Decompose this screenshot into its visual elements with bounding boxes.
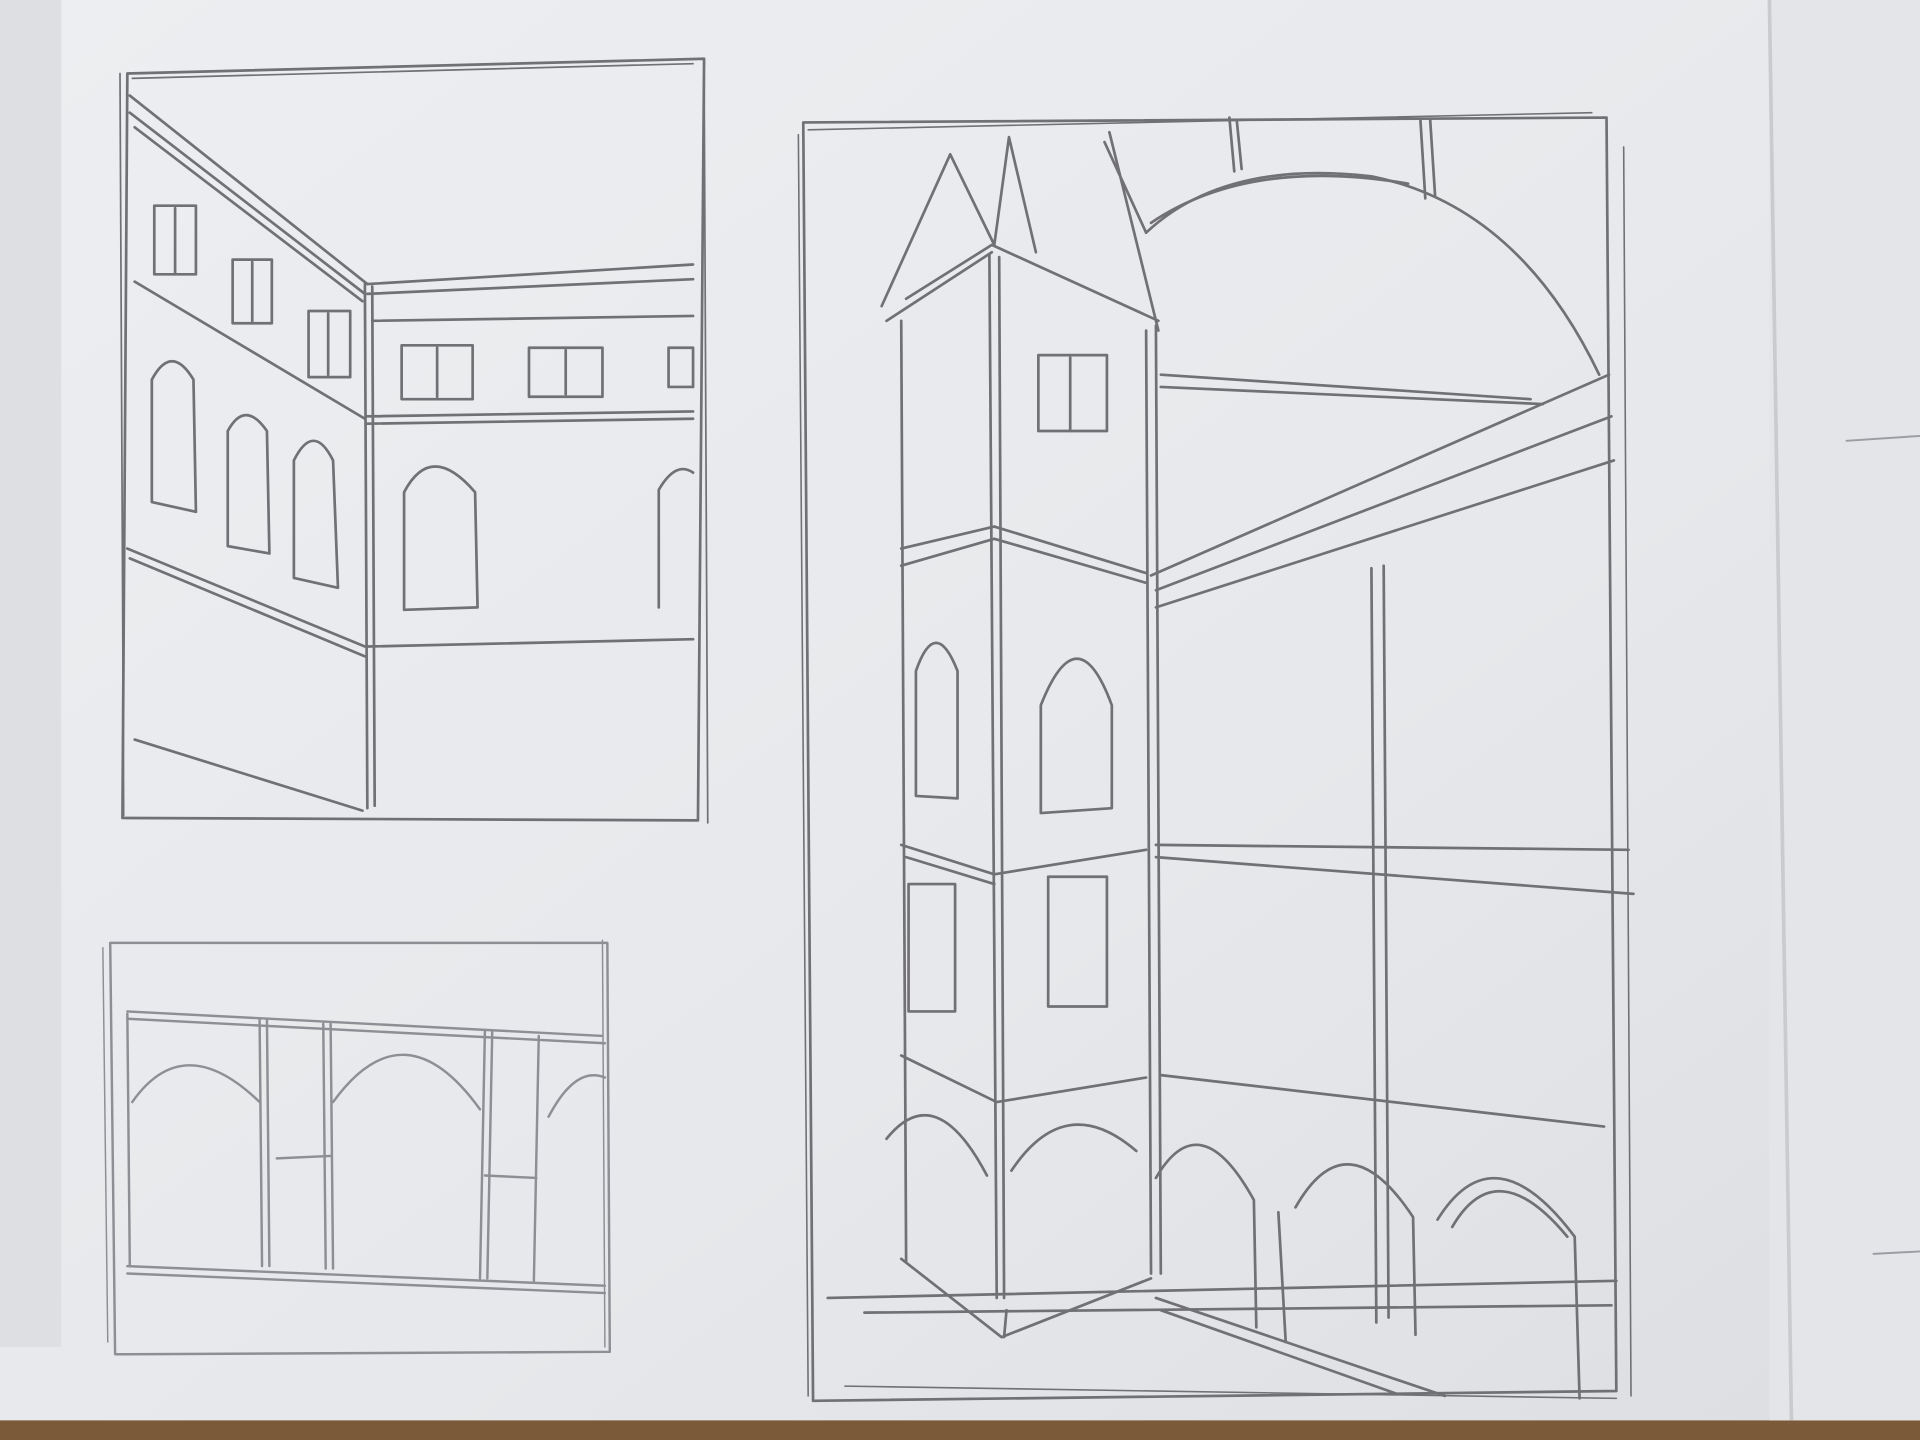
paper-sheet	[0, 0, 1920, 1421]
sketchbook-photo	[0, 0, 1920, 1440]
paper-left-strip	[0, 0, 62, 1347]
photo-scene	[0, 0, 1920, 1440]
right-page	[1769, 0, 1920, 1421]
